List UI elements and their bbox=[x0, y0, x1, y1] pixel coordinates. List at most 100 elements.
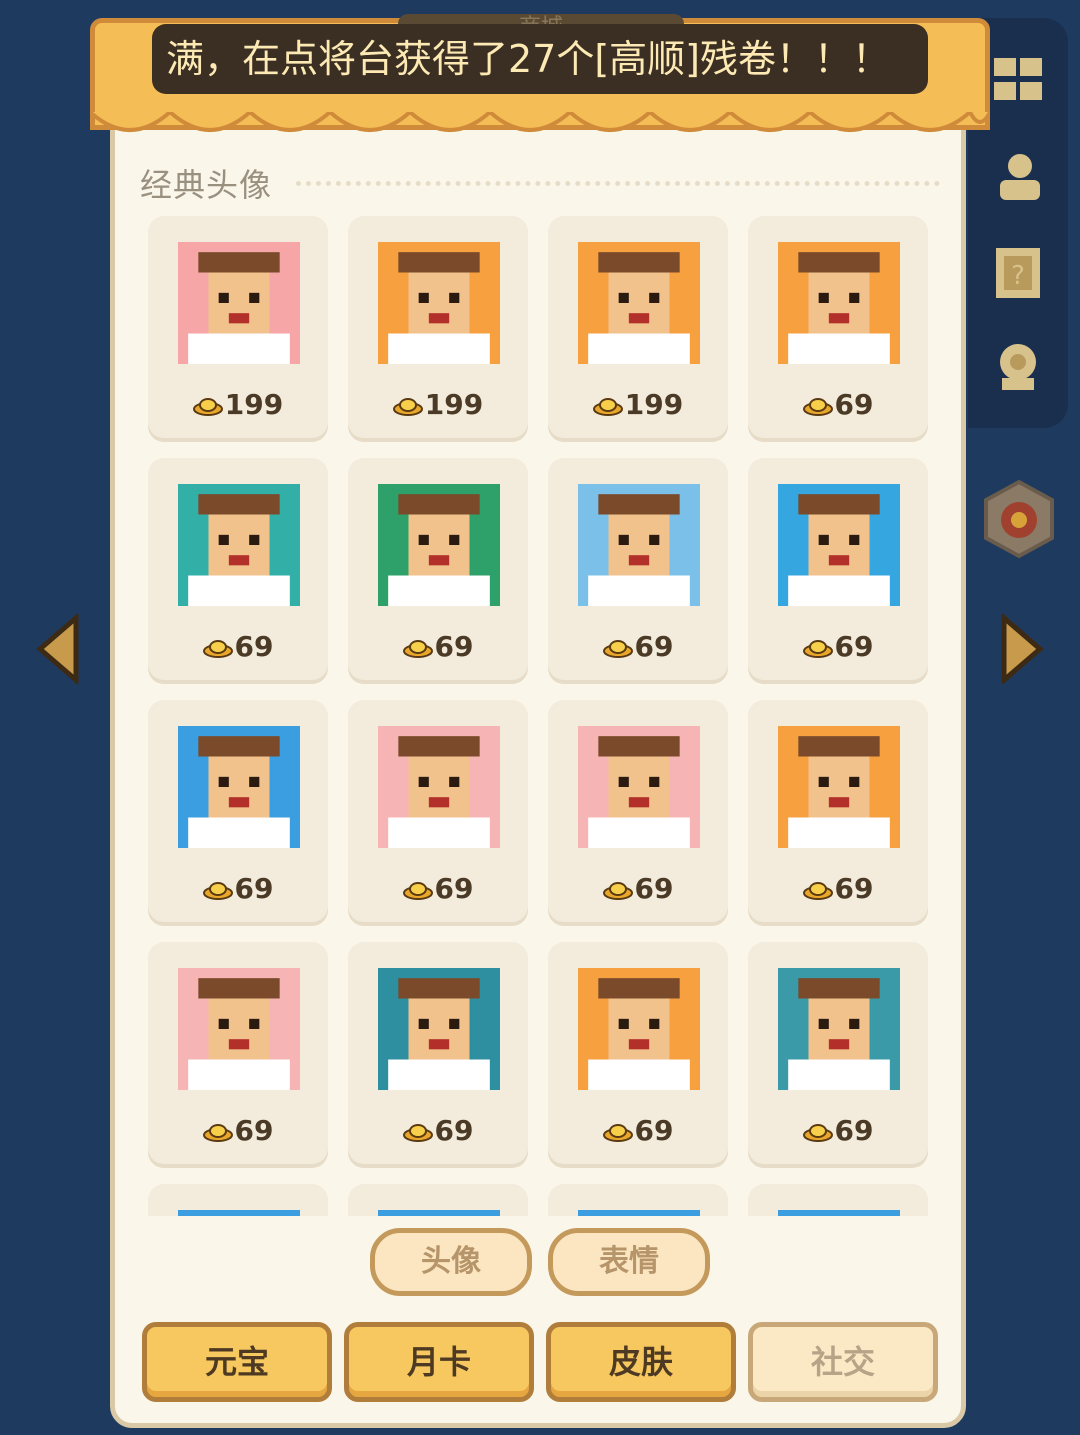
svg-text:?: ? bbox=[1011, 261, 1025, 291]
avatar-card[interactable] bbox=[548, 1184, 728, 1216]
section-title: 经典头像 bbox=[140, 166, 273, 204]
avatar-card[interactable] bbox=[748, 1184, 928, 1216]
avatar-price: 69 bbox=[148, 1114, 328, 1147]
avatar-card[interactable]: 199 bbox=[148, 216, 328, 442]
bearded-general-icon bbox=[178, 484, 300, 606]
avatar-card[interactable]: 69 bbox=[348, 942, 528, 1168]
avatar-card[interactable] bbox=[148, 1184, 328, 1216]
price-value: 69 bbox=[234, 872, 274, 905]
section-divider bbox=[296, 181, 940, 186]
gold-ingot-icon bbox=[602, 640, 633, 658]
treasure-bag-icon[interactable] bbox=[980, 478, 1058, 560]
avatar-price: 69 bbox=[548, 1114, 728, 1147]
gold-ingot-icon bbox=[402, 1124, 433, 1142]
laughing-monk-icon bbox=[578, 242, 700, 364]
price-value: 69 bbox=[434, 872, 474, 905]
gold-ingot-icon bbox=[602, 1124, 633, 1142]
price-value: 69 bbox=[834, 630, 874, 663]
next-page-arrow-icon[interactable] bbox=[1000, 614, 1044, 684]
avatar-price: 69 bbox=[748, 1114, 928, 1147]
tiger-hat-creature-icon bbox=[778, 726, 900, 848]
avatar-grid: 199 199 199 69 69 69 69 69 69 69 69 69 69 69 69 69 bbox=[148, 216, 938, 1216]
price-value: 69 bbox=[634, 630, 674, 663]
tab-ingots[interactable]: 元宝 bbox=[142, 1322, 332, 1402]
friends-icon[interactable] bbox=[990, 148, 1046, 204]
avatar-card[interactable]: 69 bbox=[548, 700, 728, 926]
avatar-price: 69 bbox=[348, 1114, 528, 1147]
tab-avatar[interactable]: 头像 bbox=[370, 1228, 532, 1296]
avatar-price: 69 bbox=[348, 872, 528, 905]
lucky-cat-icon bbox=[178, 968, 300, 1090]
penguin-icon bbox=[378, 968, 500, 1090]
avatar-price: 69 bbox=[748, 630, 928, 663]
avatar-price: 69 bbox=[748, 872, 928, 905]
price-value: 69 bbox=[434, 630, 474, 663]
avatar-price: 199 bbox=[148, 388, 328, 421]
avatar-card[interactable]: 69 bbox=[148, 942, 328, 1168]
tab-social[interactable]: 社交 bbox=[748, 1322, 938, 1402]
avatar-price: 69 bbox=[748, 388, 928, 421]
gold-ingot-icon bbox=[802, 640, 833, 658]
avatar-portrait-icon bbox=[178, 1210, 300, 1216]
avatar-price: 69 bbox=[148, 630, 328, 663]
price-value: 69 bbox=[234, 1114, 274, 1147]
price-value: 69 bbox=[634, 872, 674, 905]
avatar-price: 199 bbox=[548, 388, 728, 421]
avatar-card[interactable]: 69 bbox=[548, 458, 728, 684]
gold-ingot-icon bbox=[202, 882, 233, 900]
avatar-card[interactable]: 69 bbox=[748, 700, 928, 926]
scroll-help-icon[interactable]: ? bbox=[990, 244, 1046, 300]
avatar-card[interactable]: 69 bbox=[748, 942, 928, 1168]
hamster-icon bbox=[578, 484, 700, 606]
tab-emoji[interactable]: 表情 bbox=[548, 1228, 710, 1296]
avatar-price: 199 bbox=[348, 388, 528, 421]
price-value: 69 bbox=[434, 1114, 474, 1147]
avatar-card[interactable]: 69 bbox=[748, 216, 928, 442]
red-face-general-icon bbox=[378, 242, 500, 364]
tab-skins[interactable]: 皮肤 bbox=[546, 1322, 736, 1402]
gold-ingot-icon bbox=[202, 640, 233, 658]
gold-ingot-icon bbox=[192, 398, 223, 416]
avatar-card[interactable]: 199 bbox=[548, 216, 728, 442]
gold-ingot-icon bbox=[602, 882, 633, 900]
avatar-card[interactable]: 69 bbox=[148, 458, 328, 684]
avatar-portrait-icon bbox=[378, 1210, 500, 1216]
avatar-price: 69 bbox=[548, 630, 728, 663]
announcement-marquee: 满，在点将台获得了27个[高顺]残卷！！！ bbox=[152, 24, 928, 94]
gold-ingot-icon bbox=[802, 398, 833, 416]
gold-ingot-icon bbox=[202, 1124, 233, 1142]
price-value: 199 bbox=[424, 388, 484, 421]
gold-ingot-icon bbox=[402, 882, 433, 900]
avatar-card[interactable]: 69 bbox=[348, 700, 528, 926]
gold-ingot-icon bbox=[802, 1124, 833, 1142]
avatar-card[interactable]: 69 bbox=[348, 458, 528, 684]
tiger-icon bbox=[578, 968, 700, 1090]
price-value: 69 bbox=[834, 872, 874, 905]
avatar-card[interactable] bbox=[348, 1184, 528, 1216]
price-value: 69 bbox=[834, 388, 874, 421]
price-value: 199 bbox=[624, 388, 684, 421]
gold-ingot-icon bbox=[592, 398, 623, 416]
tab-monthly-card[interactable]: 月卡 bbox=[344, 1322, 534, 1402]
grid-menu-icon[interactable] bbox=[990, 52, 1046, 108]
avatar-card[interactable]: 69 bbox=[548, 942, 728, 1168]
angry-warrior-icon bbox=[378, 484, 500, 606]
green-helmet-girl-icon bbox=[778, 484, 900, 606]
avatar-card[interactable]: 69 bbox=[148, 700, 328, 926]
avatar-portrait-icon bbox=[778, 1210, 900, 1216]
prev-page-arrow-icon[interactable] bbox=[36, 614, 80, 684]
price-value: 69 bbox=[234, 630, 274, 663]
emblem-icon[interactable] bbox=[990, 338, 1046, 394]
white-rooster-icon bbox=[178, 242, 300, 364]
avatar-card[interactable]: 69 bbox=[748, 458, 928, 684]
female-warrior-icon bbox=[778, 242, 900, 364]
hardhat-worker-icon bbox=[578, 726, 700, 848]
avatar-price: 69 bbox=[548, 872, 728, 905]
awning-scallops bbox=[90, 112, 990, 132]
price-value: 69 bbox=[834, 1114, 874, 1147]
price-value: 69 bbox=[634, 1114, 674, 1147]
gold-ingot-icon bbox=[392, 398, 423, 416]
bull-icon bbox=[778, 968, 900, 1090]
gold-ingot-icon bbox=[402, 640, 433, 658]
avatar-card[interactable]: 199 bbox=[348, 216, 528, 442]
